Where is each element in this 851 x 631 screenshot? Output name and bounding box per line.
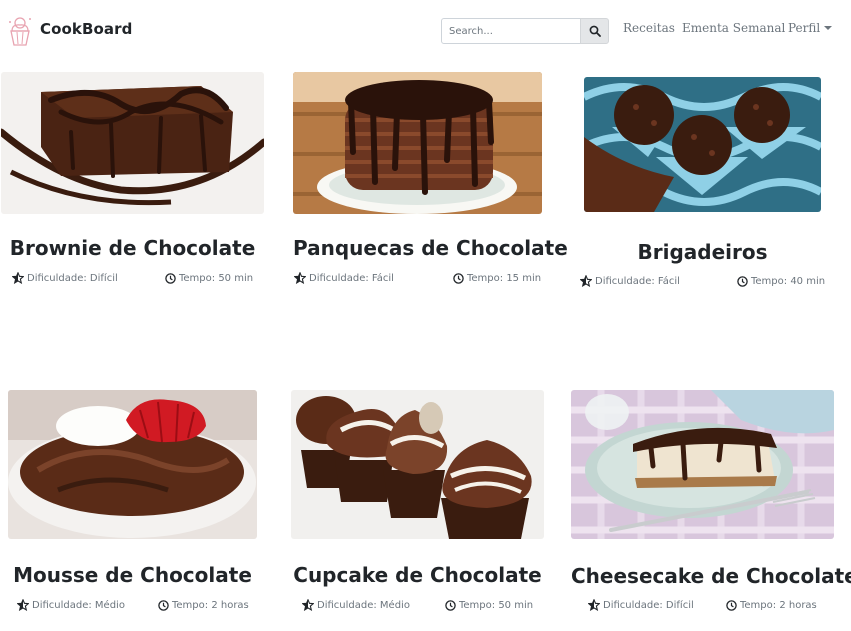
recipe-title[interactable]: Cupcake de Chocolate [291, 563, 544, 587]
search-icon [589, 25, 601, 37]
time-text: Tempo: 40 min [751, 276, 826, 287]
brand-name[interactable]: CookBoard [40, 20, 133, 38]
difficulty-text: Dificuldade: Difícil [27, 272, 118, 284]
star-half-icon [580, 275, 592, 287]
recipe-difficulty: Dificuldade: Fácil [294, 272, 394, 284]
nav-weekly-menu-link[interactable]: Ementa Semanal [682, 21, 785, 35]
clock-icon [445, 600, 456, 611]
cupcake-logo-icon[interactable] [6, 14, 34, 48]
star-half-icon [302, 599, 314, 611]
recipe-image-cupcake[interactable] [291, 390, 544, 539]
clock-icon [453, 273, 464, 284]
recipe-difficulty: Dificuldade: Fácil [580, 275, 680, 287]
recipe-title[interactable]: Panquecas de Chocolate [293, 236, 568, 260]
recipe-title[interactable]: Cheesecake de Chocolate [571, 564, 851, 588]
star-half-icon [12, 272, 24, 284]
recipe-image-cheesecake[interactable] [571, 390, 834, 539]
recipe-image-brigadeiros[interactable] [584, 77, 821, 212]
star-half-icon [17, 599, 29, 611]
recipe-time: Tempo: 15 min [453, 273, 541, 284]
time-text: Tempo: 50 min [179, 273, 254, 284]
recipe-time: Tempo: 50 min [445, 600, 533, 611]
recipe-time: Tempo: 50 min [165, 273, 253, 284]
time-text: Tempo: 2 horas [172, 600, 249, 611]
time-text: Tempo: 2 horas [740, 600, 817, 611]
recipe-difficulty: Dificuldade: Difícil [12, 272, 118, 284]
clock-icon [158, 600, 169, 611]
difficulty-text: Dificuldade: Fácil [309, 272, 394, 284]
recipe-time: Tempo: 2 horas [158, 600, 249, 611]
recipe-difficulty: Dificuldade: Médio [17, 599, 125, 611]
recipe-image-mousse[interactable] [8, 390, 257, 539]
navbar: CookBoard Receitas Ementa Semanal Perfil [0, 0, 851, 60]
recipe-time: Tempo: 40 min [737, 276, 825, 287]
chevron-down-icon [824, 26, 833, 30]
recipe-difficulty: Dificuldade: Difícil [588, 599, 694, 611]
clock-icon [726, 600, 737, 611]
nav-profile-label: Perfil [788, 21, 821, 35]
nav-profile-dropdown[interactable]: Perfil [788, 21, 833, 35]
star-half-icon [294, 272, 306, 284]
nav-recipes-link[interactable]: Receitas [623, 21, 675, 35]
search-button[interactable] [580, 18, 609, 44]
search-input[interactable] [441, 18, 581, 44]
recipe-time: Tempo: 2 horas [726, 600, 817, 611]
difficulty-text: Dificuldade: Difícil [603, 599, 694, 611]
recipe-title[interactable]: Mousse de Chocolate [8, 563, 257, 587]
time-text: Tempo: 50 min [459, 600, 534, 611]
difficulty-text: Dificuldade: Médio [32, 599, 125, 611]
clock-icon [165, 273, 176, 284]
recipe-difficulty: Dificuldade: Médio [302, 599, 410, 611]
recipe-title[interactable]: Brigadeiros [584, 240, 821, 264]
recipe-title[interactable]: Brownie de Chocolate [1, 236, 264, 260]
time-text: Tempo: 15 min [467, 273, 542, 284]
difficulty-text: Dificuldade: Fácil [595, 275, 680, 287]
clock-icon [737, 276, 748, 287]
star-half-icon [588, 599, 600, 611]
recipe-image-panquecas[interactable] [293, 72, 542, 214]
recipe-image-brownie[interactable] [1, 72, 264, 214]
difficulty-text: Dificuldade: Médio [317, 599, 410, 611]
